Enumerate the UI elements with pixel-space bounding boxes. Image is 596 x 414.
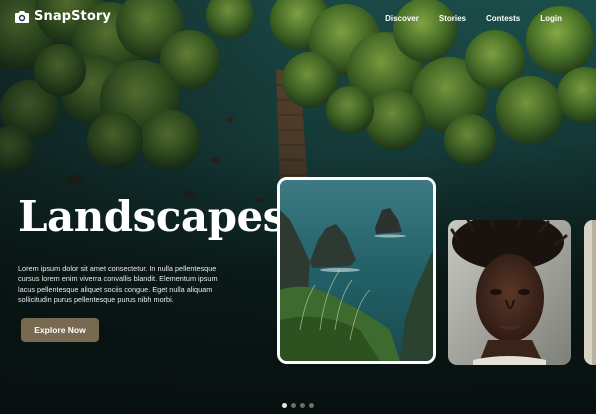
carousel-card-partial[interactable] [584,220,596,365]
camera-icon [15,10,29,23]
sea-cliffs-photo [280,180,433,361]
hero-description: Lorem ipsum dolor sit amet consectetur. … [18,264,218,305]
carousel-card-sea-cliffs[interactable] [277,177,436,364]
hero-title: Landscapes [18,192,286,241]
nav-link-login[interactable]: Login [540,14,562,23]
carousel-pagination [282,403,314,408]
nav-link-stories[interactable]: Stories [439,14,466,23]
nav-link-contests[interactable]: Contests [486,14,520,23]
explore-now-button[interactable]: Explore Now [21,318,99,342]
hero-section: SnapStory Discover Stories Contests Logi… [0,0,596,414]
nav-menu: Discover Stories Contests Login [385,14,562,23]
carousel-dot-3[interactable] [300,403,305,408]
carousel-card-portrait[interactable] [448,220,571,365]
carousel-dot-1[interactable] [282,403,287,408]
top-navigation: SnapStory Discover Stories Contests Logi… [0,0,596,38]
carousel-dot-4[interactable] [309,403,314,408]
brand-logo[interactable]: SnapStory [14,9,111,24]
nav-link-discover[interactable]: Discover [385,14,419,23]
carousel-dot-2[interactable] [291,403,296,408]
partial-photo [584,220,596,365]
brand-name: SnapStory [34,9,111,24]
portrait-photo [448,220,571,365]
